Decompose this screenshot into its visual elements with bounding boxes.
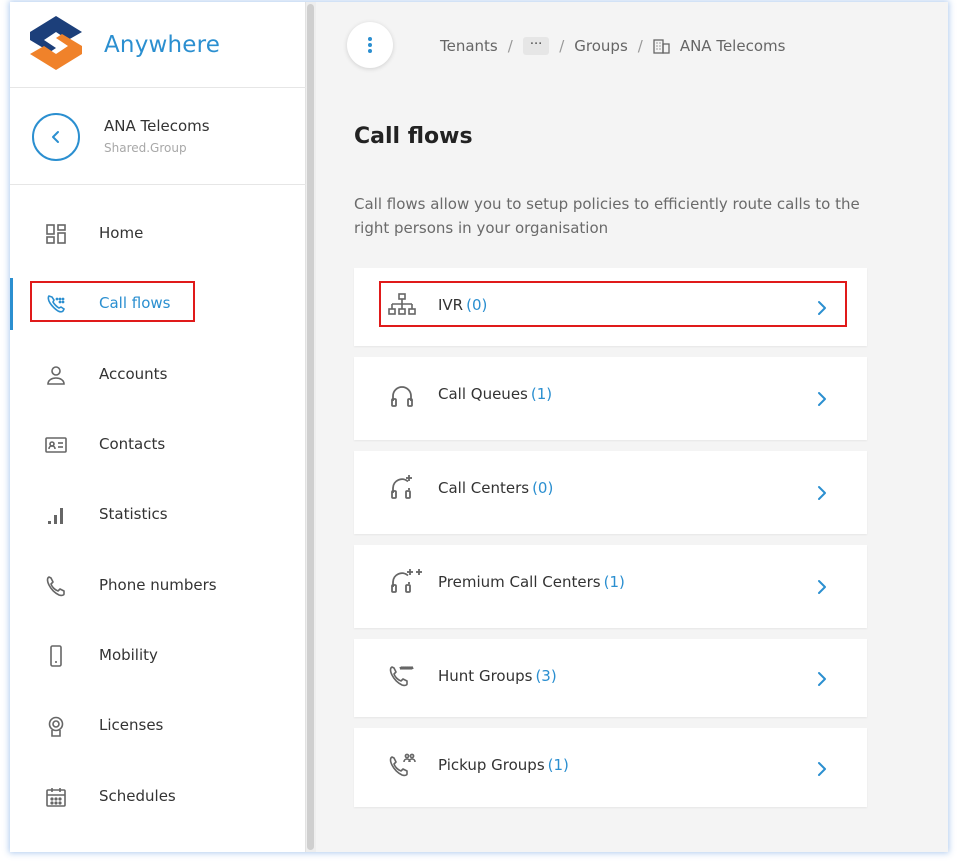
breadcrumb: Tenants / ··· / Groups / ANA Telecoms [440, 35, 785, 57]
sidebar-item-label: Contacts [99, 435, 166, 453]
vertical-ellipsis-icon [368, 37, 372, 53]
sidebar-item-mobility[interactable]: Mobility [10, 631, 306, 681]
sidebar-item-label: Phone numbers [99, 576, 217, 594]
card-count: (1) [547, 756, 569, 774]
card-title: Premium Call Centers [438, 573, 601, 591]
page-title: Call flows [354, 124, 473, 149]
bar-chart-icon [48, 508, 63, 524]
card-title: Call Queues [438, 385, 528, 403]
sidebar-item-label: Schedules [99, 787, 176, 805]
main-content: Tenants / ··· / Groups / ANA Telecoms Ca… [316, 2, 948, 852]
card-title: Hunt Groups [438, 667, 533, 685]
contact-card-icon [45, 437, 67, 453]
chevron-left-icon [52, 131, 59, 143]
sidebar-item-statistics[interactable]: Statistics [10, 490, 306, 540]
card-call-queues[interactable]: Call Queues (1) [354, 357, 867, 440]
card-count: (3) [535, 667, 557, 685]
highlight-box [30, 281, 195, 322]
breadcrumb-separator: / [637, 37, 643, 55]
dashboard-grid-icon [46, 224, 66, 244]
anywhere-logo-icon [30, 16, 82, 70]
more-options-button[interactable] [347, 22, 393, 68]
chevron-right-icon [818, 392, 826, 406]
card-call-centers[interactable]: Call Centers (0) [354, 451, 867, 534]
calendar-icon [46, 788, 66, 807]
logo-row: Anywhere [10, 2, 306, 88]
chevron-right-icon [818, 580, 826, 594]
person-icon [47, 366, 65, 385]
app-window: Anywhere ANA Telecoms Shared.Group Home [10, 2, 948, 852]
phone-icon [46, 576, 65, 597]
highlight-box [379, 281, 847, 327]
card-label: Premium Call Centers (1) [438, 573, 625, 591]
mobile-phone-icon [50, 645, 62, 667]
card-title: Call Centers [438, 479, 530, 497]
back-button[interactable] [32, 113, 80, 161]
chevron-right-icon [818, 672, 826, 686]
sidebar-item-contacts[interactable]: Contacts [10, 420, 306, 470]
hunt-group-phone-icon [389, 666, 414, 687]
sidebar-scrollbar-thumb[interactable] [307, 4, 314, 850]
card-label: Call Queues (1) [438, 385, 552, 403]
tenant-header: ANA Telecoms Shared.Group [10, 89, 306, 185]
page-description: Call flows allow you to setup policies t… [354, 195, 860, 237]
sidebar: Anywhere ANA Telecoms Shared.Group Home [10, 2, 306, 852]
breadcrumb-separator: / [507, 37, 513, 55]
breadcrumb-groups[interactable]: Groups [574, 37, 627, 55]
sidebar-item-label: Home [99, 224, 144, 242]
sidebar-item-accounts[interactable]: Accounts [10, 350, 306, 400]
card-count: (1) [603, 573, 625, 591]
headset-plus-icon [391, 475, 412, 499]
sidebar-item-label: Statistics [99, 505, 168, 523]
sidebar-item-schedules[interactable]: Schedules [10, 772, 306, 822]
card-pickup-groups[interactable]: Pickup Groups (1) [354, 728, 867, 807]
sidebar-item-licenses[interactable]: Licenses [10, 701, 306, 751]
headset-icon [391, 386, 413, 407]
app-name: Anywhere [104, 32, 221, 58]
card-hunt-groups[interactable]: Hunt Groups (3) [354, 639, 867, 717]
card-count: (1) [530, 385, 553, 403]
breadcrumb-tenants[interactable]: Tenants [440, 37, 498, 55]
sidebar-item-label: Mobility [99, 646, 158, 664]
breadcrumb-current-label: ANA Telecoms [679, 37, 786, 55]
building-icon [653, 38, 670, 54]
card-premium-call-centers[interactable]: Premium Call Centers (1) [354, 545, 867, 628]
tenant-name: ANA Telecoms [104, 117, 210, 135]
sidebar-item-home[interactable]: Home [10, 209, 306, 259]
tenant-type: Shared.Group [104, 141, 187, 155]
sidebar-item-label: Licenses [99, 716, 164, 734]
card-count: (0) [532, 479, 554, 497]
sidebar-item-phone-numbers[interactable]: Phone numbers [10, 561, 306, 611]
license-badge-icon [48, 716, 64, 737]
breadcrumb-separator: / [559, 37, 565, 55]
pickup-group-phone-icon [389, 753, 416, 777]
headset-plus-plus-icon [391, 569, 422, 593]
card-label: Pickup Groups (1) [438, 756, 569, 774]
breadcrumb-ellipsis[interactable]: ··· [522, 37, 550, 55]
card-label: Hunt Groups (3) [438, 667, 557, 685]
sidebar-item-label: Accounts [99, 365, 168, 383]
breadcrumb-current: ANA Telecoms [653, 37, 786, 55]
card-title: Pickup Groups [438, 756, 545, 774]
chevron-right-icon [818, 762, 826, 776]
chevron-right-icon [818, 486, 826, 500]
card-label: Call Centers (0) [438, 479, 553, 497]
